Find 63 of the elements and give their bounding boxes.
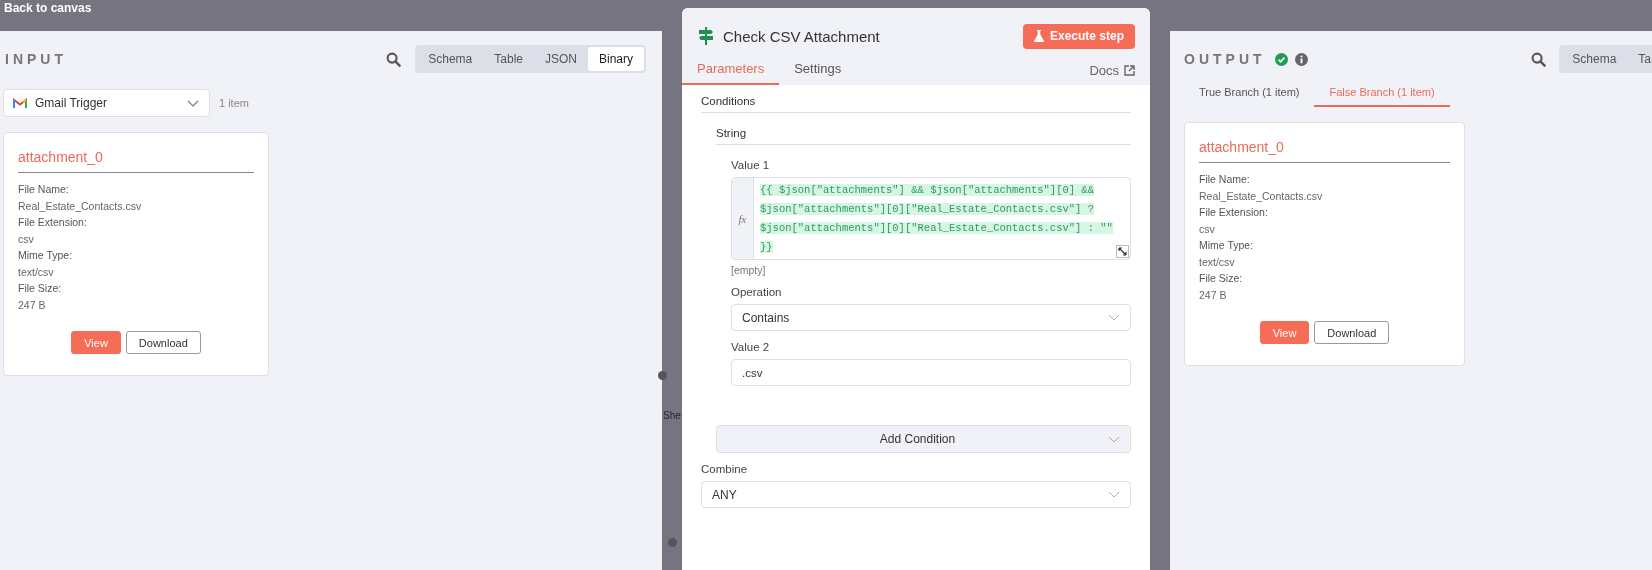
field-label: Value 1 <box>731 159 771 171</box>
chevron-down-icon <box>187 99 199 107</box>
check-circle-icon <box>1274 52 1288 66</box>
operation-select[interactable]: Contains <box>731 304 1131 331</box>
field-label: File Extension: <box>1199 205 1269 220</box>
panel-title: INPUT <box>5 51 67 67</box>
view-tab[interactable]: Table <box>483 47 534 71</box>
view-tab[interactable]: Schema <box>417 47 484 71</box>
attachment-title: attachment_0 <box>1199 137 1450 163</box>
field-label: File Name: <box>18 182 70 197</box>
combine-select[interactable]: ANY <box>701 481 1131 508</box>
connector-dot <box>658 371 667 380</box>
field-label: Value 2 <box>731 341 771 353</box>
field-value: Real_Estate_Contacts.csv <box>18 198 143 214</box>
panel-tab[interactable]: Settings <box>779 55 857 85</box>
download-button[interactable]: Download <box>1314 321 1390 344</box>
field-value: csv <box>1199 221 1216 237</box>
view-tab[interactable]: JSON <box>533 47 588 71</box>
view-tab[interactable]: Schema <box>1561 47 1628 71</box>
field-label: Combine <box>701 463 749 475</box>
expression-result: [empty] <box>731 264 767 276</box>
expression-field[interactable]: fx {{ $json["attachments"] && $json["attachments"][0] && $json["attachments"][0]["Real_Estate_Contacts.csv"] ? $json["attachments"][0]["Real_Estate_Contacts.csv"] : "" }} <box>731 177 1131 260</box>
info-icon <box>1294 52 1308 66</box>
panel-title: OUTPUT <box>1184 51 1266 67</box>
flask-icon <box>1033 30 1044 42</box>
view-tab[interactable]: Binary <box>588 47 644 71</box>
node-title: Check CSV Attachment <box>723 27 880 45</box>
field-value: text/csv <box>1199 254 1236 270</box>
chevron-down-icon <box>1108 491 1120 498</box>
field-label: Mime Type: <box>1199 238 1255 253</box>
field-label: File Name: <box>1199 172 1251 187</box>
field-label: Operation <box>731 286 783 298</box>
section-heading: String <box>716 125 1131 145</box>
download-button[interactable]: Download <box>125 331 201 354</box>
back-link[interactable]: Back to canvas <box>4 1 92 15</box>
field-label: File Size: <box>1199 271 1244 286</box>
attachment-title: attachment_0 <box>18 147 254 173</box>
value-input[interactable]: .csv <box>731 359 1131 386</box>
field-label: File Size: <box>18 281 63 296</box>
field-label: Mime Type: <box>18 248 74 263</box>
signpost-icon <box>698 27 714 45</box>
section-heading: Conditions <box>701 93 1131 113</box>
search-icon[interactable] <box>1531 51 1547 67</box>
view-tab[interactable]: Ta <box>1627 47 1652 71</box>
docs-link[interactable]: Docs <box>1089 62 1135 78</box>
search-icon[interactable] <box>386 51 402 67</box>
mail-icon <box>13 97 27 109</box>
field-label: File Extension: <box>18 215 88 230</box>
chevron-down-icon <box>1108 435 1120 443</box>
field-value: csv <box>18 231 35 247</box>
add-condition-button[interactable]: Add Condition <box>716 425 1131 453</box>
node-select[interactable]: Gmail Trigger <box>3 89 210 117</box>
external-link-icon <box>1124 64 1135 76</box>
chevron-down-icon <box>1108 314 1120 321</box>
node-label: She <box>663 410 681 421</box>
branch-tab[interactable]: True Branch (1 item) <box>1184 86 1315 107</box>
field-value: 247 B <box>1199 287 1228 303</box>
item-count: 1 item <box>219 97 249 109</box>
expand-icon[interactable] <box>1116 245 1129 258</box>
field-value: 247 B <box>18 297 47 313</box>
connector-dot <box>668 538 677 547</box>
field-value: Real_Estate_Contacts.csv <box>1199 188 1324 204</box>
field-value: text/csv <box>18 264 55 280</box>
